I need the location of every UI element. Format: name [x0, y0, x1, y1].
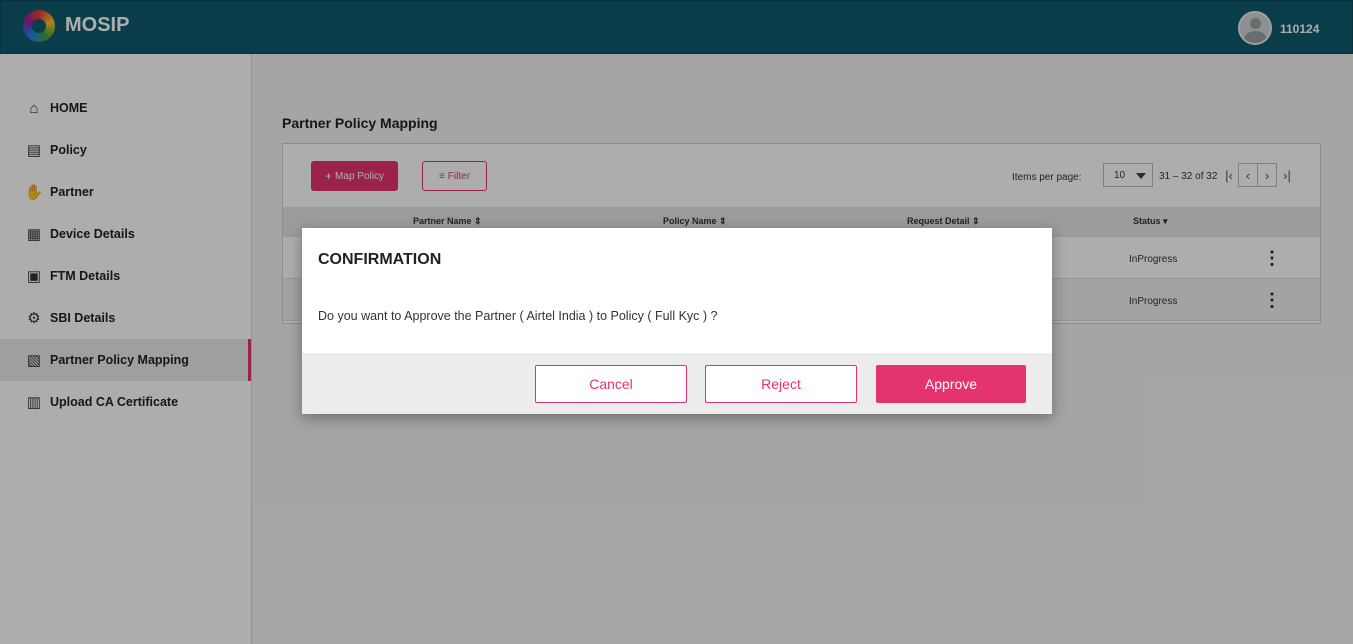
cancel-button[interactable]: Cancel: [535, 365, 687, 403]
reject-button[interactable]: Reject: [705, 365, 857, 403]
dialog-title: CONFIRMATION: [318, 251, 442, 268]
dialog-footer: Cancel Reject Approve: [302, 353, 1052, 414]
dialog-message: Do you want to Approve the Partner ( Air…: [318, 309, 718, 323]
approve-button[interactable]: Approve: [876, 365, 1026, 403]
confirmation-dialog: CONFIRMATION Do you want to Approve the …: [302, 228, 1052, 414]
